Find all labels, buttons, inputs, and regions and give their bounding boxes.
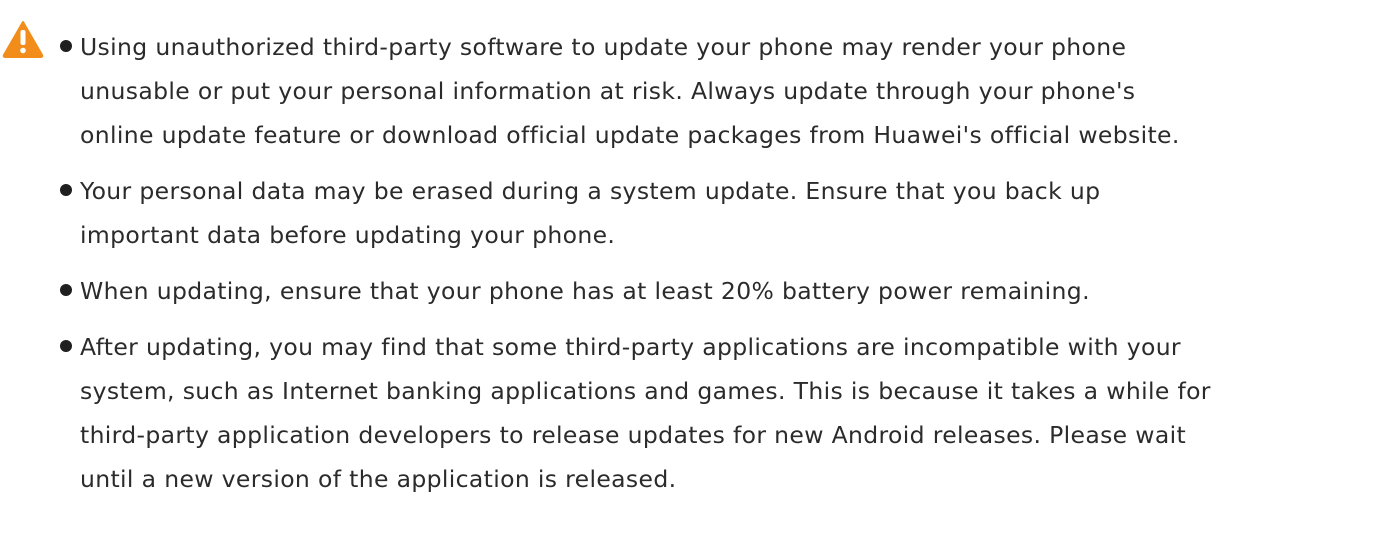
notice-line: When updating, ensure that your phone ha… [80,277,1090,305]
notice-text: Your personal data may be erased during … [80,169,1380,257]
notice-item-data-erased: Your personal data may be erased during … [60,169,1380,257]
notice-item-unauthorized-software: Using unauthorized third-party software … [60,25,1380,157]
bullet-icon [60,284,72,296]
notice-line: Using unauthorized third-party software … [80,33,1127,61]
notice-text: When updating, ensure that your phone ha… [80,269,1380,313]
notice-list: Using unauthorized third-party software … [60,25,1380,513]
notice-line: online update feature or download offici… [80,121,1180,149]
bullet-icon [60,184,72,196]
warning-triangle-icon [2,21,44,58]
notice-line: system, such as Internet banking applica… [80,377,1211,405]
bullet-icon [60,340,72,352]
notice-line: Your personal data may be erased during … [80,177,1101,205]
bullet-icon [60,40,72,52]
notice-line: important data before updating your phon… [80,221,616,249]
notice-item-incompatible-apps: After updating, you may find that some t… [60,325,1380,501]
notice-text: After updating, you may find that some t… [80,325,1380,501]
notice-line: third-party application developers to re… [80,421,1187,449]
notice-line: until a new version of the application i… [80,465,677,493]
notice-item-battery: When updating, ensure that your phone ha… [60,269,1380,313]
notice-line: After updating, you may find that some t… [80,333,1181,361]
notice-line: unusable or put your personal informatio… [80,77,1136,105]
notice-text: Using unauthorized third-party software … [80,25,1380,157]
